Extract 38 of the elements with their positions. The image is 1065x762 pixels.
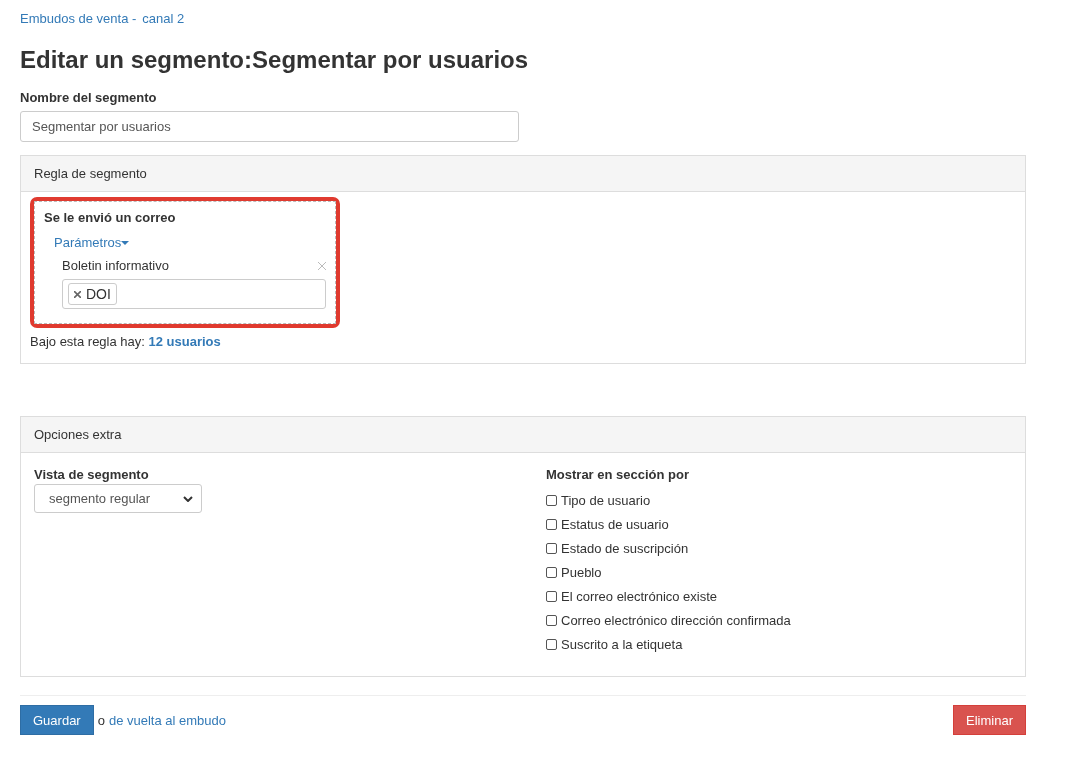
parameter-label: Boletin informativo (62, 258, 169, 273)
checkbox[interactable] (546, 518, 557, 530)
checkbox-label: Pueblo (561, 564, 602, 580)
field-label: Vista de segmento (34, 467, 150, 482)
checkbox[interactable] (546, 590, 557, 602)
segment-name-field[interactable]: Segmentar por usuarios (20, 111, 519, 142)
remove-icon[interactable] (74, 290, 81, 298)
tag-label: DOI (86, 286, 111, 302)
checkbox[interactable] (546, 566, 557, 578)
caret-icon (121, 240, 130, 245)
checkbox[interactable] (546, 542, 557, 554)
chevron-icon (183, 495, 193, 502)
tag-input-field[interactable]: DOI (62, 279, 326, 309)
delete-button[interactable]: Eliminar (953, 705, 1026, 735)
checkbox-label: Estado de suscripción (561, 540, 689, 556)
field-label: Nombre del segmento (20, 90, 157, 105)
checkbox[interactable] (546, 494, 557, 506)
panel-heading: Opciones extra (21, 417, 1025, 453)
parameters-toggle[interactable]: Parámetros (54, 235, 130, 250)
checkbox[interactable] (546, 638, 557, 650)
condition-title: Se le envió un correo (44, 210, 177, 225)
checkbox-label: Suscrito a la etiqueta (561, 636, 683, 652)
panel-heading: Regla de segmento (21, 156, 1025, 192)
users-count-link[interactable]: 12 usuarios (148, 334, 221, 349)
segment-view-select[interactable]: segmento regular (34, 484, 202, 513)
save-button[interactable]: Guardar (20, 705, 94, 735)
page-title: Editar un segmento:Segmentar por usuarios (20, 46, 530, 74)
breadcrumb-link[interactable]: canal 2 (142, 10, 185, 26)
breadcrumb-link[interactable]: Embudos de venta - (20, 10, 137, 26)
or-text: o (97, 712, 105, 728)
back-link[interactable]: de vuelta al embudo (108, 712, 227, 728)
checkbox-label: El correo electrónico existe (561, 588, 718, 604)
checkbox-label: Tipo de usuario (561, 492, 651, 508)
checkbox[interactable] (546, 614, 557, 626)
checkbox-label: Correo electrónico dirección confirmada (561, 612, 791, 628)
checkbox-label: Estatus de usuario (561, 516, 669, 532)
field-label: Mostrar en sección por (546, 467, 691, 482)
rule-count-text: Bajo esta regla hay: 12 usuarios (30, 334, 221, 349)
